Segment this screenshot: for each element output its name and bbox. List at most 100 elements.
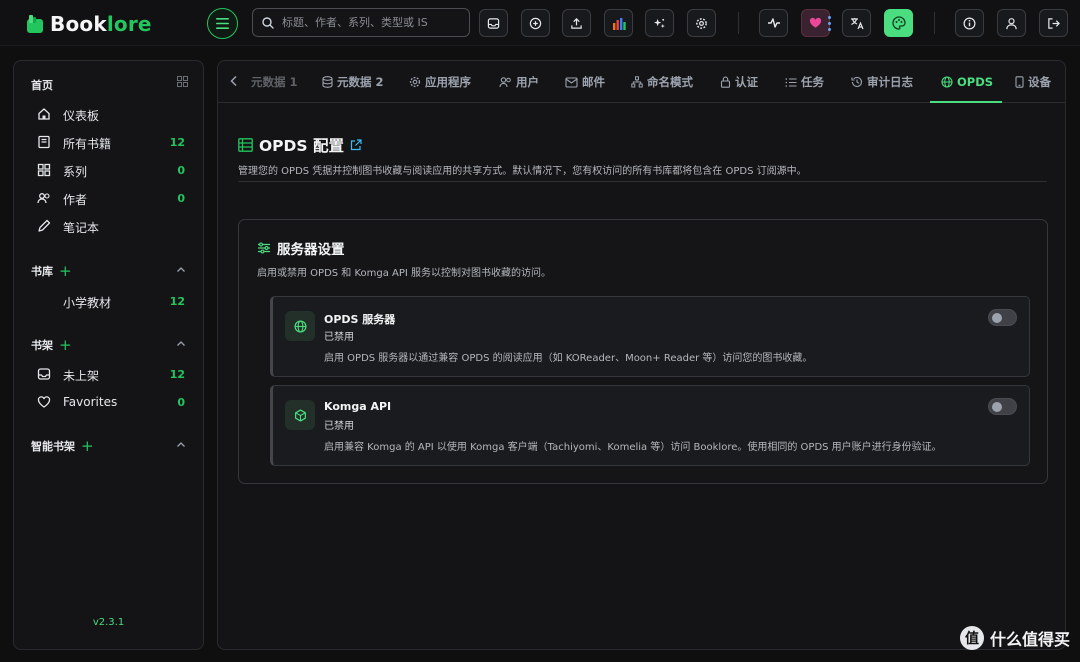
- list-icon: [785, 77, 797, 87]
- chevron-left-icon[interactable]: [229, 75, 239, 87]
- external-link-icon[interactable]: [350, 139, 362, 151]
- device-icon: [1015, 76, 1024, 88]
- hamburger-icon: [216, 18, 229, 29]
- toggle-knob: [992, 313, 1002, 323]
- inbox-icon: [37, 368, 51, 380]
- sidebar-item-label: 系列: [63, 165, 88, 179]
- about-button[interactable]: [955, 9, 984, 37]
- palette-icon: [891, 16, 906, 30]
- sidebar-item-library[interactable]: 小学教材 12: [14, 289, 203, 313]
- tab-users[interactable]: 用户: [499, 61, 539, 103]
- logout-button[interactable]: [1039, 9, 1068, 37]
- sidebar-item-unshelved[interactable]: 未上架 12: [14, 362, 203, 386]
- komga-api-toggle[interactable]: [988, 398, 1017, 415]
- sidebar-item-favorites[interactable]: Favorites 0: [14, 390, 203, 414]
- search-input[interactable]: [282, 16, 452, 29]
- chevron-up-icon[interactable]: [176, 339, 186, 349]
- tab-audit-log[interactable]: 审计日志: [851, 61, 913, 103]
- stats-button[interactable]: [604, 9, 633, 37]
- globe-icon: [293, 319, 307, 333]
- komga-api-row: Komga API 已禁用 启用兼容 Komga 的 API 以使用 Komga…: [270, 385, 1030, 466]
- top-bar: Booklore: [0, 0, 1080, 46]
- book-logo-icon: [27, 15, 43, 33]
- watermark-text: 什么值得买: [989, 630, 1070, 649]
- chevron-up-icon[interactable]: [176, 440, 186, 450]
- service-icon-box: [285, 400, 315, 430]
- tab-tasks[interactable]: 任务: [785, 61, 824, 103]
- service-name: Komga API: [324, 400, 392, 413]
- sidebar-item-label: 小学教材: [63, 296, 112, 310]
- sidebar-item-count: 12: [169, 295, 185, 308]
- sidebar-item-dashboard[interactable]: 仪表板: [14, 102, 203, 126]
- lock-icon: [720, 76, 731, 88]
- tab-metadata-1[interactable]: 元数据 1: [251, 61, 298, 103]
- activity-icon: [767, 18, 780, 28]
- service-description: 启用 OPDS 服务器以通过兼容 OPDS 的阅读应用（如 KOReader、M…: [324, 353, 813, 364]
- toolbar-divider: [934, 12, 935, 34]
- sidebar-item-authors[interactable]: 作者 0: [14, 186, 203, 210]
- opds-server-toggle[interactable]: [988, 309, 1017, 326]
- toggle-knob: [992, 402, 1002, 412]
- tab-application[interactable]: 应用程序: [409, 61, 471, 103]
- series-icon: [37, 163, 51, 177]
- sidebar-item-label: 仪表板: [63, 109, 100, 123]
- sidebar-section-smart-shelves: 智能书架 +: [31, 436, 94, 455]
- book-icon: [38, 135, 50, 149]
- upload-icon: [571, 17, 582, 29]
- grid-settings-icon[interactable]: [177, 76, 188, 87]
- server-settings-title: 服务器设置: [257, 238, 345, 258]
- sidebar-item-notebook[interactable]: 笔记本: [14, 214, 203, 238]
- chevron-up-icon[interactable]: [176, 265, 186, 275]
- settings-button[interactable]: [687, 9, 716, 37]
- server-list-icon: [238, 138, 253, 152]
- sidebar-item-series[interactable]: 系列 0: [14, 158, 203, 182]
- magic-button[interactable]: [645, 9, 674, 37]
- cube-icon: [294, 408, 306, 422]
- sidebar: 首页 仪表板 所有书籍 12 系列 0 作者 0 笔记本 书库 + 小学教材 12…: [13, 60, 204, 650]
- home-icon: [38, 108, 50, 120]
- add-library-button[interactable]: +: [59, 263, 72, 279]
- database-icon: [322, 76, 333, 88]
- service-status: 已禁用: [324, 421, 354, 432]
- profile-button[interactable]: [997, 9, 1026, 37]
- search-box: [252, 8, 470, 37]
- tab-devices[interactable]: 设备: [1015, 61, 1051, 103]
- activity-button[interactable]: [759, 9, 788, 37]
- inbox-button[interactable]: [479, 9, 508, 37]
- tab-metadata-2[interactable]: 元数据 2: [322, 61, 384, 103]
- server-settings-card: 服务器设置 启用或禁用 OPDS 和 Komga API 服务以控制对图书收藏的…: [238, 219, 1048, 484]
- sidebar-item-count: 0: [177, 396, 185, 409]
- logout-icon: [1048, 17, 1060, 29]
- globe-icon: [941, 76, 953, 88]
- add-shelf-button[interactable]: +: [59, 337, 72, 353]
- sidebar-section-library: 书库 +: [31, 261, 72, 280]
- sparkles-icon: [653, 18, 665, 28]
- app-logo[interactable]: Booklore: [26, 11, 152, 37]
- users-icon: [499, 77, 511, 88]
- add-book-button[interactable]: [521, 9, 550, 37]
- tab-naming-pattern[interactable]: 命名模式: [631, 61, 693, 103]
- menu-toggle-button[interactable]: [207, 8, 238, 39]
- tab-email[interactable]: 邮件: [565, 61, 605, 103]
- page-title: OPDS 配置: [238, 134, 362, 156]
- favorites-button[interactable]: [801, 9, 831, 37]
- notification-dots: [828, 16, 831, 31]
- server-settings-description: 启用或禁用 OPDS 和 Komga API 服务以控制对图书收藏的访问。: [257, 268, 552, 279]
- pencil-icon: [38, 219, 51, 232]
- tab-authentication[interactable]: 认证: [720, 61, 758, 103]
- service-name: OPDS 服务器: [324, 313, 396, 326]
- upload-button[interactable]: [562, 9, 591, 37]
- plus-circle-icon: [529, 17, 542, 29]
- settings-tabs: 元数据 1 元数据 2 应用程序 用户 邮件 命名模式 认证 任务 审计日志 O…: [218, 61, 1065, 103]
- theme-button[interactable]: [884, 9, 913, 37]
- service-icon-box: [285, 311, 315, 341]
- info-icon: [963, 17, 976, 29]
- tab-opds[interactable]: OPDS: [941, 61, 993, 103]
- language-button[interactable]: [842, 9, 871, 37]
- sidebar-item-all-books[interactable]: 所有书籍 12: [14, 130, 203, 154]
- gear-icon: [696, 17, 707, 29]
- add-smart-shelf-button[interactable]: +: [81, 438, 94, 454]
- page-description: 管理您的 OPDS 凭据并控制图书收藏与阅读应用的共享方式。默认情况下，您有权访…: [238, 166, 807, 177]
- history-icon: [851, 76, 863, 88]
- app-name: Booklore: [50, 12, 152, 36]
